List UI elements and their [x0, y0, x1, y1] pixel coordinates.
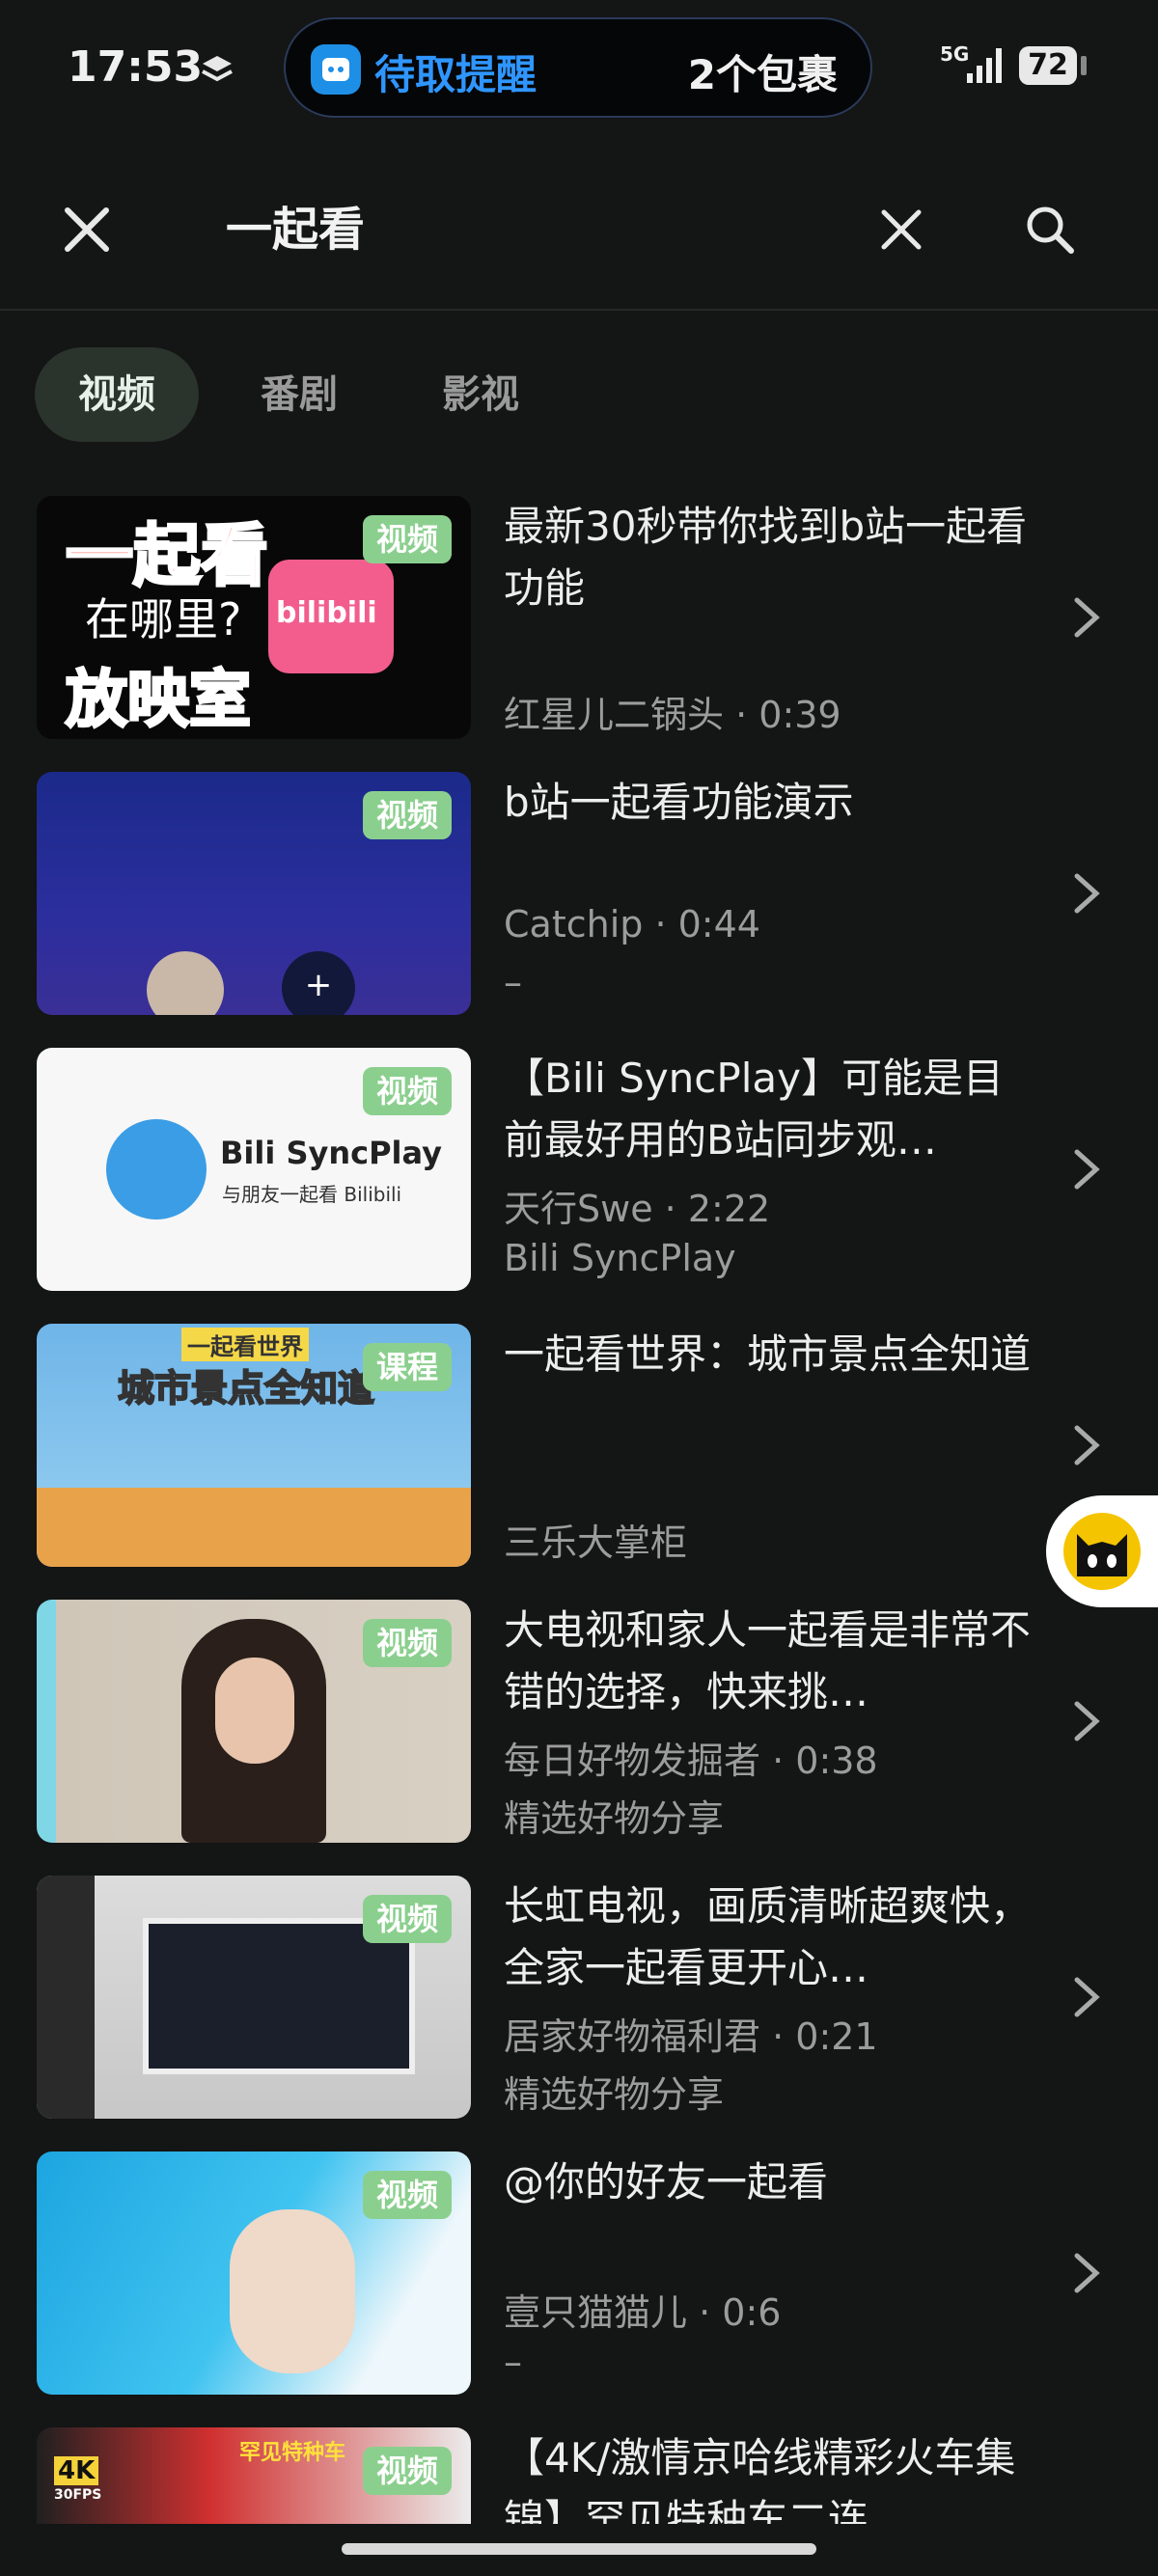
- chevron-right-icon[interactable]: [1067, 1420, 1106, 1470]
- search-input[interactable]: 一起看: [226, 191, 365, 259]
- bilibili-tv-icon: bilibili: [268, 560, 394, 673]
- video-extra: Bili SyncPlay: [504, 1237, 736, 1279]
- clear-query-button[interactable]: [865, 193, 938, 266]
- video-extra: 精选好物分享: [504, 1797, 725, 1840]
- plus-icon: +: [282, 951, 355, 1015]
- video-thumbnail: 一起看世界 城市景点全知道 课程: [37, 1324, 471, 1567]
- video-thumbnail: 视频: [37, 1600, 471, 1843]
- video-meta: Catchip · 0:44: [504, 903, 760, 945]
- illustration: [37, 1488, 471, 1567]
- thumb-text: 罕见特种车: [239, 2441, 346, 2465]
- video-meta: 壹只猫猫儿 · 0:6: [504, 2291, 782, 2334]
- parcel-app-icon: [311, 44, 361, 95]
- thumb-text: 与朋友一起看 Bilibili: [222, 1183, 402, 1206]
- thumb-text: 放映室: [65, 664, 253, 738]
- signal-icon: [967, 48, 1002, 83]
- list-item[interactable]: 视频 大电视和家人一起看是非常不错的选择，快来挑… 每日好物发掘者 · 0:38…: [0, 1600, 1158, 1876]
- search-bar: 一起看: [0, 135, 1158, 311]
- list-item[interactable]: 一起看 在哪里? 放映室 bilibili 视频 最新30秒带你找到b站一起看功…: [0, 496, 1158, 772]
- list-item[interactable]: Bili SyncPlay 与朋友一起看 Bilibili 视频 【Bili S…: [0, 1048, 1158, 1324]
- clear-icon: [881, 209, 922, 250]
- chevron-right-icon[interactable]: [1067, 592, 1106, 643]
- video-title: 大电视和家人一起看是非常不错的选择，快来挑…: [504, 1606, 1031, 1715]
- close-icon: [65, 207, 109, 252]
- type-badge: 视频: [362, 2171, 452, 2219]
- chevron-right-icon[interactable]: [1067, 1696, 1106, 1746]
- list-item[interactable]: + 视频 b站一起看功能演示 Catchip · 0:44 –: [0, 772, 1158, 1048]
- video-thumbnail: 一起看 在哪里? 放映室 bilibili 视频: [37, 496, 471, 739]
- video-author: 三乐大掌柜: [504, 1521, 688, 1564]
- video-thumbnail: 4K 30FPS 罕见特种车 视频: [37, 2427, 471, 2524]
- close-search-button[interactable]: [50, 193, 124, 266]
- chevron-right-icon[interactable]: [1067, 868, 1106, 918]
- type-badge: 视频: [362, 2447, 452, 2495]
- video-meta: 天行Swe · 2:22: [504, 1188, 771, 1230]
- video-title: @你的好友一起看: [504, 2158, 829, 2206]
- avatar: [147, 951, 224, 1015]
- video-title: 长虹电视，画质清晰超爽快，全家一起看更开心…: [504, 1882, 1031, 1991]
- tab-film[interactable]: 影视: [432, 347, 529, 442]
- video-extra: –: [504, 2341, 522, 2383]
- video-meta: 红星儿二锅头 · 0:39: [504, 694, 841, 736]
- syncplay-logo-icon: [106, 1119, 207, 1219]
- tab-bangumi[interactable]: 番剧: [251, 347, 347, 442]
- video-meta: 居家好物福利君 · 0:21: [504, 2015, 878, 2058]
- thumb-text: 一起看世界: [181, 1328, 309, 1361]
- layers-icon: [202, 56, 233, 82]
- thumb-text: 城市景点全知道: [117, 1366, 375, 1411]
- type-badge: 视频: [362, 515, 452, 563]
- thumb-text: Bili SyncPlay: [220, 1135, 442, 1171]
- type-badge: 视频: [362, 1067, 452, 1115]
- type-badge: 视频: [362, 1619, 452, 1667]
- status-time: 17:53: [68, 42, 204, 92]
- type-badge: 课程: [362, 1343, 452, 1391]
- floating-assistant-button[interactable]: [1046, 1495, 1158, 1607]
- list-item[interactable]: 一起看世界 城市景点全知道 课程 一起看世界：城市景点全知道 三乐大掌柜: [0, 1324, 1158, 1600]
- doorway: [37, 1876, 95, 2119]
- person-face: [215, 1658, 294, 1764]
- chevron-right-icon[interactable]: [1067, 2248, 1106, 2298]
- battery-indicator: 72: [1019, 46, 1077, 85]
- video-extra: 精选好物分享: [504, 2073, 725, 2116]
- pickup-label: 待取提醒: [374, 51, 538, 98]
- video-meta: 每日好物发掘者 · 0:38: [504, 1740, 878, 1782]
- search-button[interactable]: [1013, 193, 1087, 266]
- cat-mascot-icon: [1063, 1513, 1141, 1590]
- list-item[interactable]: 视频 @你的好友一起看 壹只猫猫儿 · 0:6 –: [0, 2151, 1158, 2427]
- home-indicator[interactable]: [342, 2543, 816, 2555]
- pickup-reminder-pill[interactable]: 待取提醒 2个包裹: [284, 17, 872, 118]
- video-title: b站一起看功能演示: [504, 779, 854, 826]
- search-icon: [1027, 206, 1074, 254]
- video-thumbnail: Bili SyncPlay 与朋友一起看 Bilibili 视频: [37, 1048, 471, 1291]
- type-badge: 视频: [362, 1895, 452, 1943]
- video-title: 一起看世界：城市景点全知道: [504, 1330, 1031, 1378]
- person-face: [230, 2209, 355, 2373]
- video-thumbnail: + 视频: [37, 772, 471, 1015]
- parcel-count: 2个包裹: [687, 51, 838, 98]
- thumb-text: bilibili: [276, 596, 377, 630]
- tab-video[interactable]: 视频: [35, 347, 199, 442]
- type-badge: 视频: [362, 791, 452, 839]
- video-title: 【Bili SyncPlay】可能是目前最好用的B站同步观…: [504, 1055, 1004, 1164]
- list-item[interactable]: 视频 长虹电视，画质清晰超爽快，全家一起看更开心… 居家好物福利君 · 0:21…: [0, 1876, 1158, 2151]
- status-bar: 17:53 待取提醒 2个包裹 5G 72: [0, 0, 1158, 135]
- chevron-right-icon[interactable]: [1067, 1144, 1106, 1194]
- video-extra: –: [504, 961, 522, 1003]
- thumb-text: 在哪里?: [85, 593, 242, 645]
- video-thumbnail: 视频: [37, 1876, 471, 2119]
- video-title: 最新30秒带你找到b站一起看功能: [504, 503, 1028, 612]
- video-title: 【4K/激情京哈线精彩火车集锦】罕见特种车二连: [504, 2434, 1016, 2524]
- battery-tip: [1081, 56, 1087, 75]
- thumb-text: 4K: [54, 2456, 99, 2485]
- video-thumbnail: 视频: [37, 2151, 471, 2395]
- list-item[interactable]: 4K 30FPS 罕见特种车 视频 【4K/激情京哈线精彩火车集锦】罕见特种车二…: [0, 2427, 1158, 2524]
- thumb-text: 30FPS: [54, 2487, 102, 2503]
- chevron-right-icon[interactable]: [1067, 1972, 1106, 2022]
